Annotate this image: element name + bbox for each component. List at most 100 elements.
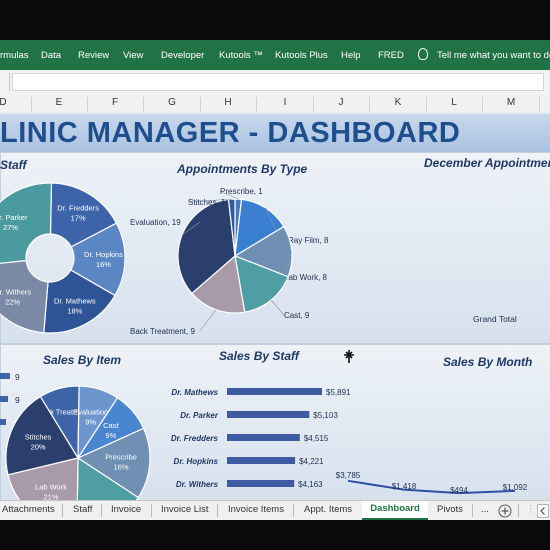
leader-line [199, 309, 217, 332]
slice-percent-label: 16% [114, 462, 129, 471]
tell-me-search[interactable]: Tell me what you want to do [437, 50, 550, 61]
bar[interactable] [227, 434, 300, 441]
sales-by-item-title: Sales By Item [43, 353, 122, 367]
slice-label: Evaluation, 19 [130, 218, 181, 227]
bar[interactable] [227, 411, 310, 418]
tab-kutools-plus[interactable]: Kutools Plus [275, 50, 328, 61]
scroll-left-icon[interactable] [537, 504, 549, 518]
column-header[interactable]: D [0, 97, 32, 112]
grand-total-label: Grand Total [473, 314, 517, 324]
slice-name-label: Lab Work [35, 483, 67, 492]
tab-divider [217, 504, 218, 517]
bar-value-label: $4,163 [298, 480, 323, 489]
slice-label: Cast, 9 [284, 311, 310, 320]
appointments-chart-title: Appointments By Type [177, 162, 308, 176]
ribbon-tabs: rmulas Data Review View Developer Kutool… [0, 40, 550, 70]
bar-value-label: $5,103 [313, 411, 338, 420]
formula-divider [9, 73, 10, 91]
slice-name-label: Dr. Hopkins [84, 250, 123, 259]
tab-review[interactable]: Review [78, 50, 109, 61]
tab-view[interactable]: View [123, 50, 143, 61]
column-header[interactable]: E [31, 97, 88, 112]
december-chart-title: December Appointment [424, 156, 550, 170]
bar-value-label: $5,891 [326, 388, 350, 397]
slice-percent-label: 20% [31, 442, 46, 451]
sales-by-month-title: Sales By Month [443, 355, 533, 369]
slice-percent-label: 9% [105, 431, 116, 440]
tab-divider [151, 504, 152, 517]
leader-line [270, 299, 285, 316]
column-header[interactable]: I [257, 97, 314, 112]
dashboard-title: LINIC MANAGER - DASHBOARD [0, 117, 461, 149]
tab-divider [293, 504, 294, 517]
lightbulb-icon[interactable] [418, 48, 428, 60]
formula-input[interactable] [12, 73, 544, 91]
tab-divider [472, 504, 473, 517]
bar-value-label: $4,221 [299, 457, 324, 466]
bar[interactable] [227, 388, 323, 395]
column-header[interactable]: K [370, 97, 427, 112]
column-header[interactable]: M [483, 97, 540, 112]
staff-doughnut-chart[interactable]: Dr. Fredders17% Dr. Hopkins16% Dr. Mathews… [0, 178, 140, 338]
add-sheet-icon[interactable] [498, 504, 512, 518]
slice-percent-label: 27% [3, 223, 18, 232]
sheet-tab-invoice-items[interactable]: Invoice Items [228, 504, 284, 515]
slice-percent-label: 9% [85, 418, 96, 427]
sales-by-staff-title: Sales By Staff [219, 349, 299, 363]
column-header[interactable]: G [144, 97, 201, 112]
sales-by-month-line-chart[interactable]: $3,785 $1,418 $494 $1,092 [330, 465, 549, 500]
more-sheets-button[interactable]: ... [481, 504, 489, 515]
bar[interactable] [227, 480, 295, 487]
tab-divider [518, 504, 519, 517]
formula-bar [0, 70, 550, 95]
sheet-tab-staff[interactable]: Staff [73, 504, 92, 515]
sheet-tab-invoice[interactable]: Invoice [111, 504, 141, 515]
top-letterbox [0, 0, 550, 40]
tab-scroll-handle[interactable]: ⋮ [526, 504, 536, 515]
item-bar [0, 373, 10, 379]
column-header[interactable]: L [426, 97, 483, 112]
tab-developer[interactable]: Developer [161, 50, 204, 61]
sheet-tab-pivots[interactable]: Pivots [437, 504, 463, 515]
tab-divider [62, 504, 63, 517]
sheet-tab-bar: Attachments Staff Invoice Invoice List I… [0, 500, 550, 521]
sales-by-staff-bar-chart[interactable]: Dr. Mathews $5,891 Dr. Parker $5,103 Dr. Fre… [160, 378, 350, 498]
slice-percent-label: 21% [43, 493, 58, 500]
column-headers: D E F G H I J K L M [0, 94, 550, 113]
bar-category-label: Dr. Fredders [171, 434, 219, 443]
slice-name-label: Dr. Fredders [57, 204, 99, 213]
sheet-tab-attachments[interactable]: Attachments [2, 504, 55, 515]
tab-kutools[interactable]: Kutools ™ [219, 50, 263, 61]
bar[interactable] [227, 457, 296, 464]
sheet-tab-dashboard[interactable]: Dashboard [362, 501, 428, 520]
slice-label: Lab Work, 8 [284, 273, 328, 282]
tab-fred[interactable]: FRED [378, 50, 404, 61]
point-value-label: $1,418 [392, 482, 417, 491]
tab-data[interactable]: Data [41, 50, 61, 61]
column-header[interactable]: J [313, 97, 370, 112]
sheet-tab-appt-items[interactable]: Appt. Items [304, 504, 352, 515]
slice-percent-label: 16% [96, 260, 111, 269]
bar-category-label: Dr. Parker [180, 411, 219, 420]
sales-by-item-pie-chart[interactable]: Back Treatment...Evaluation9% Cast9%Presc… [0, 380, 160, 500]
tab-help[interactable]: Help [341, 50, 361, 61]
slice-name-label: Dr. Mathews [54, 296, 96, 305]
slice-name-label: Stitches [25, 432, 52, 441]
column-header[interactable]: F [87, 97, 144, 112]
point-value-label: $494 [450, 486, 468, 495]
mouse-cursor-icon [344, 350, 354, 363]
bar-value-label: $4,515 [304, 434, 329, 443]
slice-name-label: Dr. Withers [0, 287, 31, 296]
slice-name-label: Prescribe [105, 452, 137, 461]
bar-category-label: Dr. Mathews [171, 388, 218, 397]
bar-category-label: Dr. Hopkins [174, 457, 219, 466]
slice-percent-label: 17% [71, 214, 86, 223]
line-series[interactable] [347, 479, 516, 495]
slice-label: Stitches, 1 [188, 198, 226, 207]
tab-divider [101, 504, 102, 517]
appointments-pie-chart[interactable]: Prescribe, 1X-Ray Film, 8Lab Work, 8Cast… [120, 178, 350, 343]
sheet-tab-invoice-list[interactable]: Invoice List [161, 504, 209, 515]
column-header[interactable]: H [200, 97, 257, 112]
tab-formulas[interactable]: rmulas [0, 50, 29, 61]
bottom-letterbox [0, 520, 550, 550]
